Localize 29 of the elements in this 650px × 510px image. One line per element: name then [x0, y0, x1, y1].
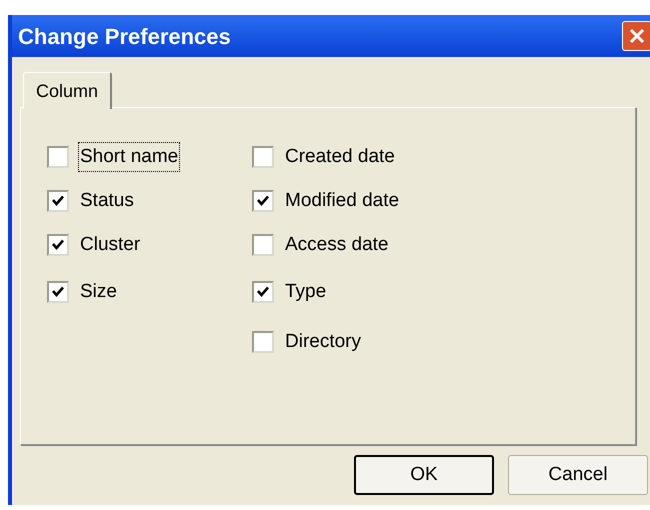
checkbox-label[interactable]: Cluster [79, 230, 142, 260]
checkmark-icon [51, 194, 65, 208]
checkbox[interactable] [252, 234, 274, 256]
checkbox-label[interactable]: Short name [79, 142, 180, 172]
checkbox-label[interactable]: Modified date [284, 186, 400, 216]
checkbox[interactable] [47, 190, 69, 212]
checkbox[interactable] [47, 234, 69, 256]
checkmark-icon [51, 238, 65, 252]
checkmark-icon [256, 285, 270, 299]
close-button[interactable] [622, 21, 650, 51]
close-icon [628, 27, 646, 45]
checkbox[interactable] [252, 281, 274, 303]
checkbox-label[interactable]: Status [79, 186, 135, 216]
dialog-button[interactable]: Cancel [508, 455, 648, 495]
dialog-button[interactable]: OK [354, 455, 494, 495]
checkbox-label[interactable]: Size [79, 278, 118, 306]
window-title: Change Preferences [18, 22, 231, 51]
checkmark-icon [256, 194, 270, 208]
tab[interactable]: Column [23, 72, 112, 109]
checkbox[interactable] [252, 146, 274, 168]
checkbox[interactable] [252, 190, 274, 212]
checkbox[interactable] [47, 281, 69, 303]
checkbox-label[interactable]: Directory [284, 328, 362, 356]
checkbox-label[interactable]: Type [284, 278, 328, 306]
checkbox-label[interactable]: Created date [284, 142, 396, 172]
checkmark-icon [51, 285, 65, 299]
checkbox[interactable] [252, 331, 274, 353]
checkbox-label[interactable]: Access date [284, 230, 390, 260]
checkbox[interactable] [47, 146, 69, 168]
